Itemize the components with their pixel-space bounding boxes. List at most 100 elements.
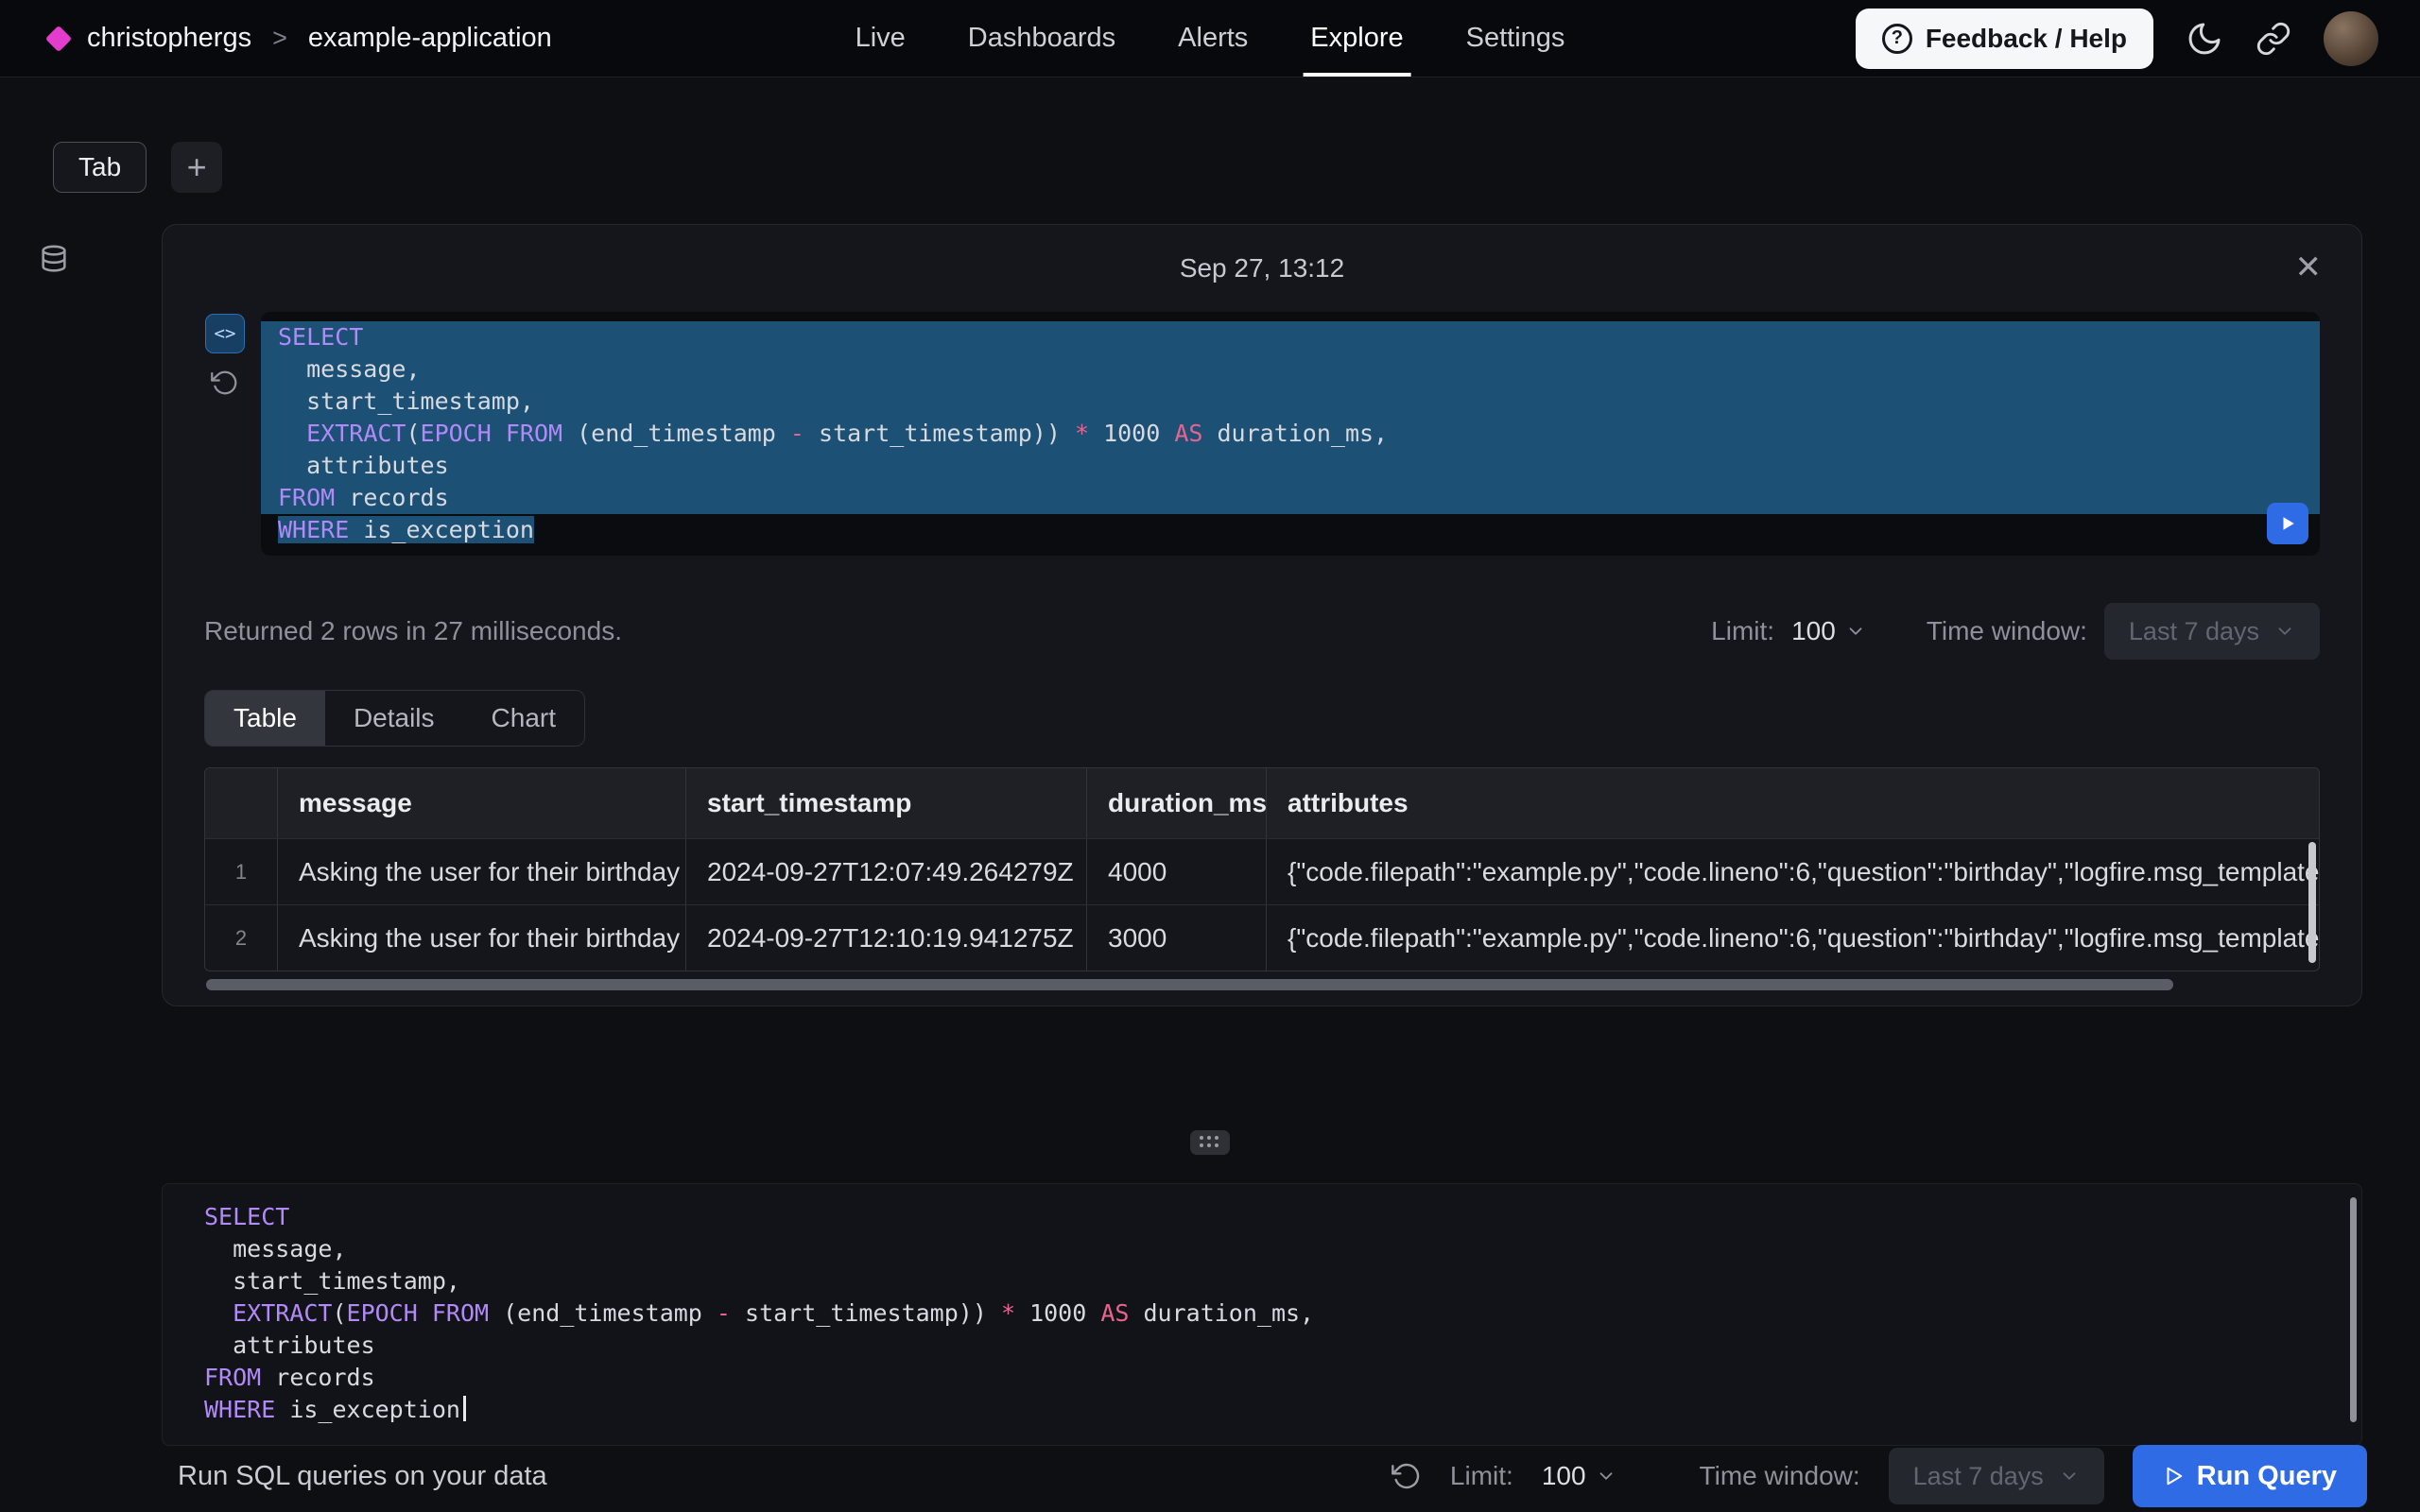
result-panel-header: Sep 27, 13:12 ✕ <box>163 225 2361 312</box>
sql-line: SELECT <box>204 1201 2361 1233</box>
nav-item-dashboards[interactable]: Dashboards <box>968 0 1115 77</box>
run-query-button[interactable]: Run Query <box>2133 1445 2367 1507</box>
limit-value: 100 <box>1542 1461 1586 1491</box>
top-nav: christophergs > example-application Live… <box>0 0 2420 77</box>
nav-item-alerts[interactable]: Alerts <box>1178 0 1248 77</box>
sql-line-text: start_timestamp, <box>278 387 534 415</box>
cell-message: Asking the user for their birthday <box>277 905 685 971</box>
sql-line: attributes <box>204 1330 2361 1362</box>
column-header-start_timestamp: start_timestamp <box>685 768 1086 838</box>
sql-editor[interactable]: SELECT message, start_timestamp, EXTRACT… <box>162 1183 2362 1446</box>
time-window-value: Last 7 days <box>2129 617 2259 646</box>
moon-icon <box>2186 20 2223 58</box>
database-icon <box>38 244 70 276</box>
limit-select[interactable]: 100 <box>1542 1461 1616 1491</box>
query-history-button-footer[interactable] <box>1392 1461 1422 1491</box>
table-row[interactable]: 1Asking the user for their birthday2024-… <box>205 838 2319 904</box>
sql-line-text: EXTRACT(EPOCH FROM (end_timestamp - star… <box>278 420 1388 447</box>
query-tab[interactable]: Tab <box>53 142 147 193</box>
nav-right-cluster: ? Feedback / Help <box>1856 9 2420 69</box>
sql-line-text: attributes <box>204 1332 375 1359</box>
sql-line: message, <box>204 1233 2361 1265</box>
query-history-button[interactable] <box>211 369 239 397</box>
editor-scrollbar[interactable] <box>2350 1197 2357 1422</box>
feedback-help-label: Feedback / Help <box>1926 24 2127 54</box>
chevron-down-icon <box>1596 1466 1616 1486</box>
sql-line: message, <box>261 353 2320 386</box>
history-icon <box>211 369 239 397</box>
breadcrumb: christophergs > example-application <box>0 23 552 54</box>
breadcrumb-separator: > <box>272 24 287 53</box>
user-avatar[interactable] <box>2324 11 2378 66</box>
play-icon <box>2279 515 2296 532</box>
code-gutter: <> <box>204 312 246 556</box>
chevron-down-icon <box>2274 621 2295 642</box>
query-result-panel: Sep 27, 13:12 ✕ <> SELECT message, start… <box>162 224 2362 1006</box>
close-panel-button[interactable]: ✕ <box>2295 251 2323 284</box>
sql-line-text: SELECT <box>204 1203 289 1230</box>
copy-sql-button[interactable]: <> <box>205 314 245 353</box>
time-window-select[interactable]: Last 7 days <box>2104 603 2320 660</box>
column-header-message: message <box>277 768 685 838</box>
explore-page: christophergs > example-application Live… <box>0 0 2420 1512</box>
text-cursor <box>463 1396 466 1421</box>
limit-select[interactable]: 100 <box>1791 616 1866 646</box>
cell-num: 1 <box>205 839 277 904</box>
editor-hint: Run SQL queries on your data <box>178 1461 547 1492</box>
link-icon <box>2256 21 2291 57</box>
sql-line: WHERE is_exception <box>261 514 2320 546</box>
nav-items: Live Dashboards Alerts Explore Settings <box>856 0 1565 77</box>
sql-line-text: message, <box>204 1235 347 1263</box>
view-tab-details[interactable]: Details <box>325 691 463 746</box>
table-body: 1Asking the user for their birthday2024-… <box>205 838 2319 971</box>
table-row[interactable]: 2Asking the user for their birthday2024-… <box>205 904 2319 971</box>
results-table: messagestart_timestampduration_msattribu… <box>204 767 2320 971</box>
table-header-row: messagestart_timestampduration_msattribu… <box>205 768 2319 838</box>
query-timestamp: Sep 27, 13:12 <box>1180 253 1344 284</box>
sql-line-text: message, <box>278 355 421 383</box>
result-controls: Limit: 100 Time window: Last 7 days <box>1711 603 2320 660</box>
cell-start_timestamp: 2024-09-27T12:07:49.264279Z <box>685 839 1086 904</box>
sql-line: FROM records <box>204 1362 2361 1394</box>
breadcrumb-project[interactable]: example-application <box>308 23 552 54</box>
table-vertical-scrollbar[interactable] <box>2308 842 2316 963</box>
drag-dots-icon <box>1200 1136 1220 1149</box>
run-query-label: Run Query <box>2197 1461 2337 1492</box>
nav-item-live[interactable]: Live <box>856 0 906 77</box>
limit-label: Limit: <box>1450 1461 1513 1491</box>
result-summary: Returned 2 rows in 27 milliseconds. <box>204 616 622 646</box>
time-window-select[interactable]: Last 7 days <box>1889 1448 2104 1504</box>
result-meta-row: Returned 2 rows in 27 milliseconds. Limi… <box>163 603 2361 660</box>
rerun-query-button[interactable] <box>2267 503 2308 544</box>
code-icon: <> <box>215 323 236 344</box>
nav-item-settings[interactable]: Settings <box>1466 0 1565 77</box>
time-window-value: Last 7 days <box>1913 1462 2044 1491</box>
footer-controls: Limit: 100 Time window: Last 7 days Run … <box>1392 1445 2367 1507</box>
table-horizontal-scrollbar[interactable] <box>206 979 2173 990</box>
logfire-logo-icon[interactable] <box>45 25 72 51</box>
breadcrumb-org[interactable]: christophergs <box>87 23 251 54</box>
schema-browser-button[interactable] <box>38 244 70 279</box>
share-link-button[interactable] <box>2256 21 2291 57</box>
panel-resize-handle[interactable] <box>1190 1130 1230 1155</box>
sql-line: SELECT <box>261 321 2320 353</box>
view-tab-chart[interactable]: Chart <box>463 691 584 746</box>
time-window-label: Time window: <box>1927 616 2087 646</box>
feedback-help-button[interactable]: ? Feedback / Help <box>1856 9 2153 69</box>
view-tab-table[interactable]: Table <box>205 691 325 746</box>
add-tab-button[interactable]: + <box>171 142 222 193</box>
limit-value: 100 <box>1791 616 1836 646</box>
column-header-duration_ms: duration_ms <box>1086 768 1266 838</box>
sql-line-text: SELECT <box>278 323 363 351</box>
selected-sql-query[interactable]: SELECT message, start_timestamp, EXTRACT… <box>261 312 2320 556</box>
sql-line-text: FROM records <box>204 1364 375 1391</box>
chevron-down-icon <box>1845 621 1866 642</box>
sql-line: attributes <box>261 450 2320 482</box>
result-view-tabs: TableDetailsChart <box>204 690 585 747</box>
nav-item-explore[interactable]: Explore <box>1310 0 1403 77</box>
time-window-label: Time window: <box>1700 1461 1860 1491</box>
limit-label: Limit: <box>1711 616 1774 646</box>
cell-start_timestamp: 2024-09-27T12:10:19.941275Z <box>685 905 1086 971</box>
dark-mode-toggle[interactable] <box>2186 20 2223 58</box>
play-icon <box>2163 1466 2184 1486</box>
